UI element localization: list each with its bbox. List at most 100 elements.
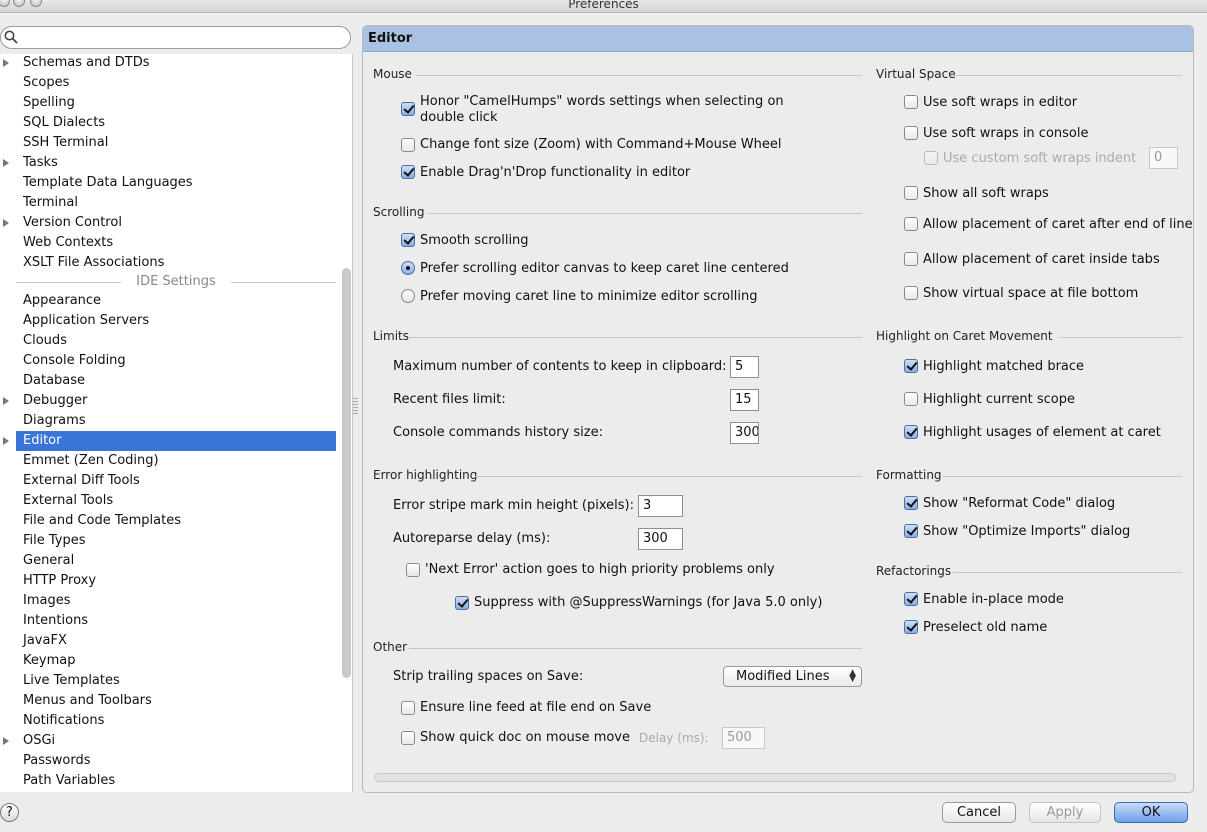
camel-humps-label-cont: double click	[420, 110, 498, 125]
soft-wraps-console-checkbox[interactable]	[904, 126, 918, 140]
next-error-checkbox[interactable]	[406, 563, 420, 577]
soft-wraps-console-label: Use soft wraps in console	[923, 126, 1089, 141]
caret-inside-tabs-checkbox[interactable]	[904, 252, 918, 266]
scroll-minimize-label: Prefer moving caret line to minimize edi…	[420, 289, 758, 304]
apply-button[interactable]: Apply	[1029, 802, 1101, 823]
tree-item-general[interactable]: General	[0, 551, 336, 571]
preselect-name-checkbox[interactable]	[904, 620, 918, 634]
matched-brace-checkbox[interactable]	[904, 359, 918, 373]
line-feed-label: Ensure line feed at file end on Save	[420, 700, 652, 715]
usages-label: Highlight usages of element at caret	[923, 425, 1161, 440]
tree-item-keymap[interactable]: Keymap	[0, 651, 336, 671]
tree-scrollbar[interactable]	[342, 268, 351, 678]
expand-arrow-icon[interactable]	[3, 159, 9, 167]
search-box[interactable]	[0, 26, 351, 49]
camel-humps-checkbox[interactable]	[401, 102, 415, 116]
tree-item-images[interactable]: Images	[0, 591, 336, 611]
smooth-scrolling-checkbox[interactable]	[401, 233, 415, 247]
strip-spaces-select[interactable]: Modified Lines ▲ ▼	[723, 666, 862, 687]
next-error-label: 'Next Error' action goes to high priorit…	[425, 562, 775, 577]
optimize-imports-checkbox[interactable]	[904, 524, 918, 538]
expand-arrow-icon[interactable]	[3, 59, 9, 67]
caret-after-end-checkbox[interactable]	[904, 217, 918, 231]
error-stripe-label: Error stripe mark min height (pixels):	[393, 498, 634, 513]
window-title: Preferences	[568, 0, 639, 11]
tree-item-web-contexts[interactable]: Web Contexts	[0, 233, 336, 253]
expand-arrow-icon[interactable]	[3, 219, 9, 227]
autoreparse-input[interactable]: 300	[638, 528, 683, 550]
tree-item-diagrams[interactable]: Diagrams	[0, 411, 336, 431]
scroll-centered-radio[interactable]	[401, 261, 415, 275]
clipboard-limit-input[interactable]: 5	[730, 356, 759, 378]
in-place-mode-checkbox[interactable]	[904, 592, 918, 606]
tree-item-ssh-terminal[interactable]: SSH Terminal	[0, 133, 336, 153]
tree-item-javafx[interactable]: JavaFX	[0, 631, 336, 651]
suppress-warnings-checkbox[interactable]	[455, 596, 469, 610]
ok-button[interactable]: OK	[1114, 802, 1188, 823]
tree-item-passwords[interactable]: Passwords	[0, 751, 336, 771]
panel-horizontal-scrollbar[interactable]	[374, 773, 1176, 782]
delay-input[interactable]: 500	[722, 727, 765, 749]
tree-item-external-tools[interactable]: External Tools	[0, 491, 336, 511]
tree-item-live-templates[interactable]: Live Templates	[0, 671, 336, 691]
help-button[interactable]: ?	[0, 803, 19, 822]
console-history-label: Console commands history size:	[393, 425, 603, 440]
show-all-soft-wraps-label: Show all soft wraps	[923, 186, 1049, 201]
tree-item-application-servers[interactable]: Application Servers	[0, 311, 336, 331]
current-scope-checkbox[interactable]	[904, 392, 918, 406]
expand-arrow-icon[interactable]	[3, 437, 9, 445]
tree-item-spelling[interactable]: Spelling	[0, 93, 336, 113]
show-all-soft-wraps-checkbox[interactable]	[904, 186, 918, 200]
scroll-minimize-radio[interactable]	[401, 289, 415, 303]
tree-item-menus-and-toolbars[interactable]: Menus and Toolbars	[0, 691, 336, 711]
tree-item-notifications[interactable]: Notifications	[0, 711, 336, 731]
tree-item-file-types[interactable]: File Types	[0, 531, 336, 551]
tree-item-template-data-languages[interactable]: Template Data Languages	[0, 173, 336, 193]
virtual-space-bottom-checkbox[interactable]	[904, 286, 918, 300]
settings-tree: Schemas and DTDs Scopes Spelling SQL Dia…	[0, 54, 353, 792]
expand-arrow-icon[interactable]	[3, 737, 9, 745]
tree-item-appearance[interactable]: Appearance	[0, 291, 336, 311]
tree-item-debugger[interactable]: Debugger	[0, 391, 336, 411]
tree-item-http-proxy[interactable]: HTTP Proxy	[0, 571, 336, 591]
splitter-handle[interactable]	[353, 398, 358, 414]
tree-item-sql-dialects[interactable]: SQL Dialects	[0, 113, 336, 133]
tree-item-osgi[interactable]: OSGi	[0, 731, 336, 751]
tree-item-intentions[interactable]: Intentions	[0, 611, 336, 631]
divider	[951, 75, 1182, 76]
expand-arrow-icon[interactable]	[3, 397, 9, 405]
tree-item-database[interactable]: Database	[0, 371, 336, 391]
usages-checkbox[interactable]	[904, 425, 918, 439]
tree-item-version-control[interactable]: Version Control	[0, 213, 336, 233]
zoom-font-checkbox[interactable]	[401, 138, 415, 152]
tree-item-editor[interactable]: Editor	[3, 431, 336, 451]
mouse-group-heading: Mouse	[373, 67, 412, 81]
tree-item-file-and-code-templates[interactable]: File and Code Templates	[0, 511, 336, 531]
reformat-dialog-checkbox[interactable]	[904, 496, 918, 510]
panel-header: Editor	[363, 26, 1193, 52]
tree-item-clouds[interactable]: Clouds	[0, 331, 336, 351]
tree-item-scopes[interactable]: Scopes	[0, 73, 336, 93]
recent-files-input[interactable]: 15	[730, 389, 759, 411]
tree-item-emmet[interactable]: Emmet (Zen Coding)	[0, 451, 336, 471]
custom-indent-checkbox[interactable]	[924, 151, 938, 165]
drag-drop-checkbox[interactable]	[401, 165, 415, 179]
tree-item-console-folding[interactable]: Console Folding	[0, 351, 336, 371]
tree-item-schemas-and-dtds[interactable]: Schemas and DTDs	[0, 54, 336, 73]
custom-indent-input[interactable]: 0	[1149, 147, 1178, 169]
tree-item-xslt-file-associations[interactable]: XSLT File Associations	[0, 253, 336, 273]
tree-item-tasks[interactable]: Tasks	[0, 153, 336, 173]
console-history-input[interactable]: 300	[730, 422, 759, 444]
search-input[interactable]	[21, 29, 341, 46]
soft-wraps-editor-checkbox[interactable]	[904, 95, 918, 109]
line-feed-checkbox[interactable]	[401, 701, 415, 715]
cancel-button[interactable]: Cancel	[942, 802, 1016, 823]
divider	[1059, 337, 1182, 338]
quick-doc-checkbox[interactable]	[401, 731, 415, 745]
tree-item-external-diff-tools[interactable]: External Diff Tools	[0, 471, 336, 491]
tree-item-path-variables[interactable]: Path Variables	[0, 771, 336, 791]
divider	[953, 572, 1182, 573]
tree-item-terminal[interactable]: Terminal	[0, 193, 336, 213]
preselect-name-label: Preselect old name	[923, 620, 1048, 635]
error-stripe-input[interactable]: 3	[638, 495, 683, 517]
